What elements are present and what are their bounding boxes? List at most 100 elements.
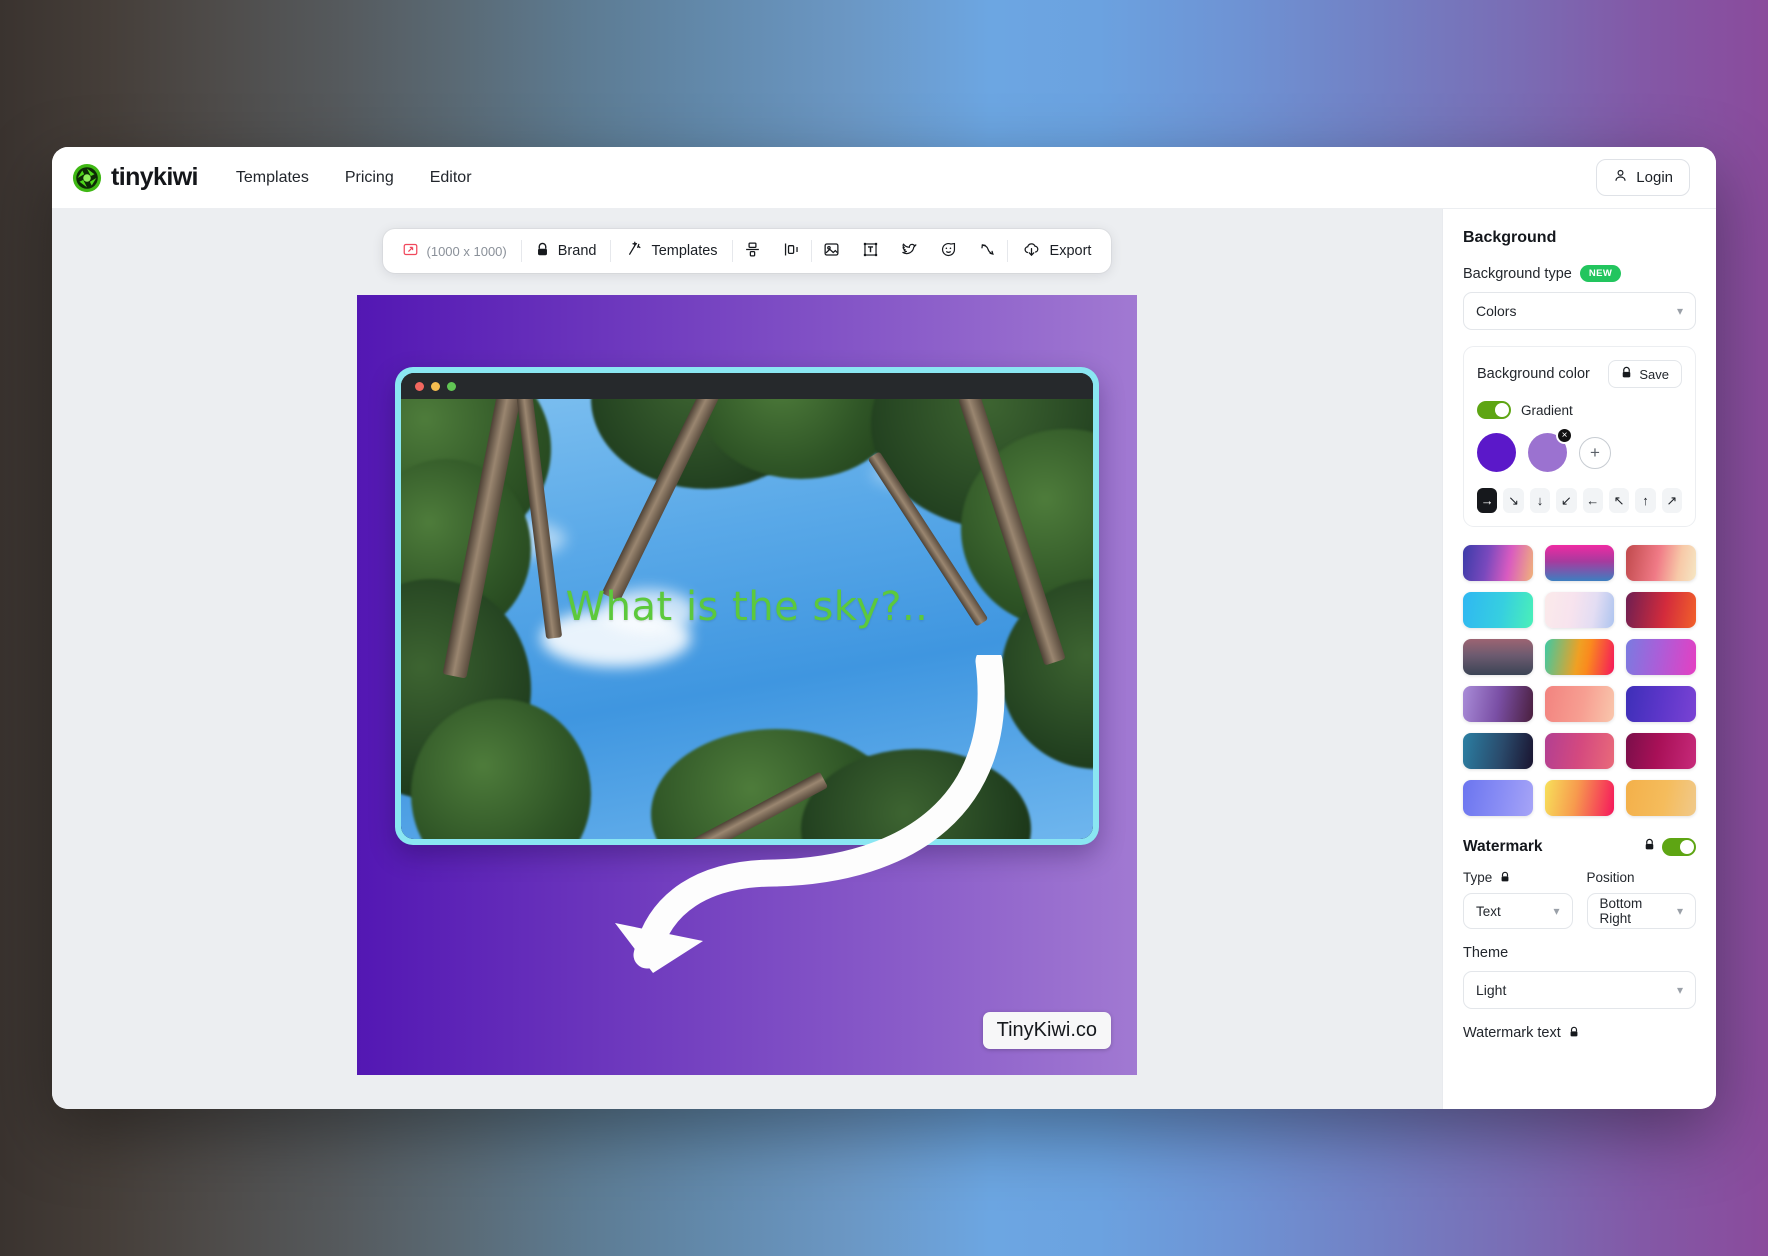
gradient-preset-16[interactable] — [1463, 780, 1533, 816]
gradient-preset-3[interactable] — [1626, 545, 1696, 581]
color-swatch-1[interactable] — [1477, 433, 1516, 472]
watermark-position-label: Position — [1586, 870, 1635, 885]
watermark-controls — [1644, 838, 1696, 856]
watermark-type-select[interactable]: Text ▾ — [1463, 893, 1573, 929]
add-text-button[interactable] — [851, 229, 890, 273]
gradient-preset-2[interactable] — [1544, 545, 1615, 581]
emoji-icon — [940, 241, 957, 262]
user-icon — [1613, 168, 1628, 187]
editor-stage: (1000 x 1000) Brand Templates Export Wha… — [52, 209, 1442, 1109]
gradient-direction-down[interactable]: ↓ — [1529, 488, 1551, 513]
new-badge: NEW — [1579, 265, 1622, 282]
canvas-wrapper: What is the sky?.. TinyKiwi.co — [357, 295, 1137, 1075]
templates-button[interactable]: Templates — [611, 229, 731, 273]
brand-name: tinykiwi — [111, 163, 198, 191]
align-vertical-icon — [744, 241, 761, 262]
background-type-label-row: Background type NEW — [1463, 265, 1696, 282]
gradient-direction-up[interactable]: ↑ — [1635, 488, 1656, 513]
gradient-direction-row: → ↘ ↓ ↙ ← ↖ ↑ ↗ — [1477, 488, 1682, 513]
canvas-size-label: (1000 x 1000) — [426, 243, 507, 259]
lock-icon — [1621, 366, 1632, 382]
color-swatch-row: × + — [1477, 427, 1682, 472]
gradient-preset-6[interactable] — [1626, 592, 1696, 628]
gradient-preset-14[interactable] — [1544, 733, 1615, 769]
watermark-toggle[interactable] — [1662, 838, 1696, 856]
watermark-theme-value: Light — [1476, 982, 1507, 998]
save-background-color-button[interactable]: Save — [1608, 360, 1682, 388]
login-label: Login — [1636, 169, 1673, 186]
toggle-knob — [1495, 403, 1509, 417]
background-color-card: Background color Save Gradient × + → ↘ ↓… — [1463, 346, 1696, 527]
add-color-button[interactable]: + — [1579, 436, 1611, 469]
gradient-preset-9[interactable] — [1626, 639, 1696, 675]
watermark-position-col: Position Bottom Right ▾ — [1586, 870, 1697, 929]
nav-item-pricing[interactable]: Pricing — [345, 169, 394, 187]
mockup-maximize-dot — [447, 381, 456, 391]
background-color-head: Background color Save — [1477, 360, 1682, 388]
gradient-toggle-label: Gradient — [1521, 402, 1573, 418]
add-emoji-button[interactable] — [929, 229, 968, 273]
watermark-text-label-row: Watermark text — [1463, 1025, 1696, 1041]
gradient-direction-up-left[interactable]: ↖ — [1608, 488, 1630, 513]
background-type-value: Colors — [1476, 303, 1517, 319]
watermark-theme-select[interactable]: Light ▾ — [1463, 971, 1696, 1009]
gradient-preset-4[interactable] — [1463, 592, 1533, 628]
gradient-preset-11[interactable] — [1544, 686, 1615, 722]
login-button[interactable]: Login — [1596, 159, 1690, 196]
gradient-preset-12[interactable] — [1626, 686, 1696, 722]
gradient-direction-left[interactable]: ← — [1582, 488, 1603, 513]
nav-item-editor[interactable]: Editor — [430, 169, 472, 187]
watermark-type-label: Type — [1463, 870, 1493, 885]
watermark-type-position-row: Type Text ▾ Position Bottom Right ▾ — [1463, 870, 1696, 929]
gradient-direction-down-left[interactable]: ↙ — [1556, 488, 1577, 513]
chevron-down-icon: ▾ — [1676, 304, 1683, 318]
chevron-down-icon: ▾ — [1676, 983, 1683, 997]
export-button[interactable]: Export — [1008, 229, 1106, 273]
export-label: Export — [1049, 243, 1092, 259]
canvas-size-button[interactable]: (1000 x 1000) — [389, 229, 521, 273]
gradient-preset-1[interactable] — [1463, 545, 1533, 581]
align-vertical-button[interactable] — [733, 229, 772, 273]
watermark-theme-block: Theme Light ▾ — [1463, 945, 1696, 1009]
design-canvas[interactable]: What is the sky?.. TinyKiwi.co — [357, 295, 1137, 1075]
gradient-direction-down-right[interactable]: ↘ — [1503, 488, 1524, 513]
canvas-watermark-badge[interactable]: TinyKiwi.co — [982, 1012, 1111, 1049]
watermark-text-label: Watermark text — [1463, 1025, 1561, 1041]
add-arrow-button[interactable] — [968, 229, 1007, 273]
gradient-direction-right[interactable]: → — [1477, 488, 1498, 513]
lock-icon — [536, 242, 549, 261]
watermark-section-head: Watermark — [1463, 838, 1696, 856]
resize-icon — [403, 242, 418, 261]
brand-logo-link[interactable]: tinykiwi — [72, 163, 198, 193]
watermark-position-select[interactable]: Bottom Right ▾ — [1586, 893, 1696, 929]
decorative-curved-arrow[interactable] — [607, 655, 1027, 985]
background-type-select[interactable]: Colors ▾ — [1463, 292, 1696, 330]
gradient-preset-13[interactable] — [1463, 733, 1533, 769]
add-twitter-button[interactable] — [890, 229, 929, 273]
image-icon — [823, 241, 840, 262]
gradient-direction-up-right[interactable]: ↗ — [1661, 488, 1682, 513]
watermark-title: Watermark — [1463, 838, 1543, 855]
color-swatch-2[interactable]: × — [1528, 427, 1573, 472]
gradient-preset-18[interactable] — [1626, 780, 1696, 816]
remove-swatch-button[interactable]: × — [1556, 427, 1573, 444]
gradient-preset-8[interactable] — [1544, 639, 1615, 675]
add-image-button[interactable] — [812, 229, 851, 273]
twitter-icon — [901, 241, 918, 262]
toggle-knob — [1680, 840, 1694, 854]
gradient-preset-10[interactable] — [1463, 686, 1533, 722]
align-horizontal-button[interactable] — [772, 229, 811, 273]
editor-toolbar: (1000 x 1000) Brand Templates Export — [382, 229, 1112, 273]
mockup-minimize-dot — [431, 381, 440, 391]
canvas-overlay-text[interactable]: What is the sky?.. — [401, 584, 1093, 630]
gradient-preset-7[interactable] — [1463, 639, 1533, 675]
gradient-preset-5[interactable] — [1544, 592, 1615, 628]
cloud-download-icon — [1022, 241, 1041, 262]
gradient-preset-15[interactable] — [1626, 733, 1696, 769]
chevron-down-icon: ▾ — [1553, 904, 1560, 918]
brand-button[interactable]: Brand — [522, 229, 611, 273]
watermark-position-label-row: Position — [1587, 870, 1697, 885]
gradient-preset-17[interactable] — [1544, 780, 1615, 816]
nav-item-templates[interactable]: Templates — [236, 169, 309, 187]
gradient-toggle[interactable] — [1477, 401, 1511, 419]
